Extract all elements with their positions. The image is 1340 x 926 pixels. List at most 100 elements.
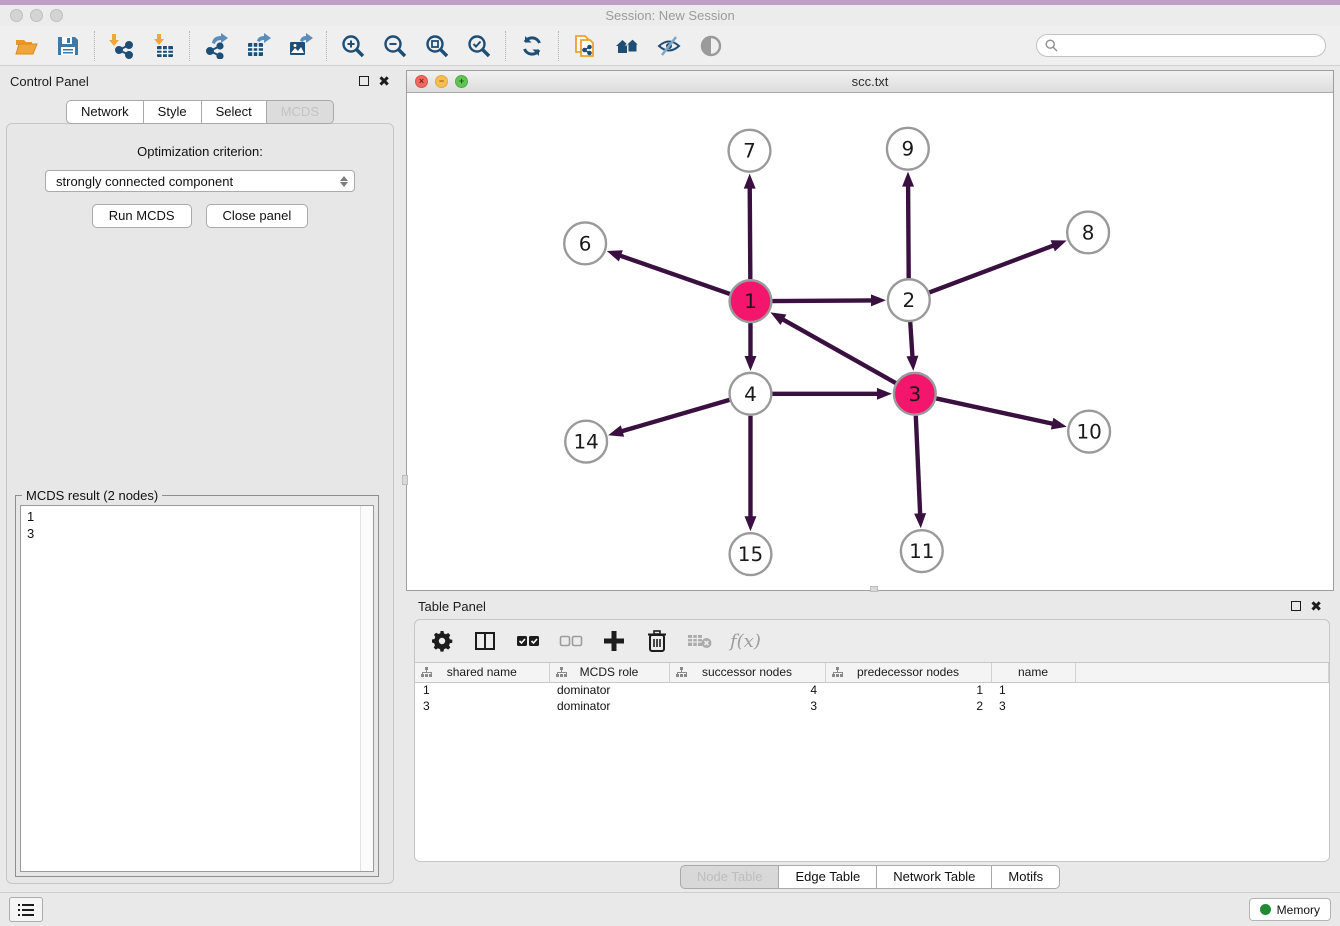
search-field[interactable] [1036,34,1326,57]
export-network-icon[interactable] [202,32,230,60]
import-table-icon[interactable] [149,32,177,60]
export-table-icon[interactable] [244,32,272,60]
edge-1-6[interactable] [618,255,730,294]
app-window: Session: New Session [0,0,1340,926]
tab-node-table[interactable]: Node Table [680,865,780,889]
edge-1-2[interactable] [772,300,874,301]
splitter-handle[interactable] [402,475,408,485]
column-header-mcds-role[interactable]: MCDS role [549,663,669,682]
graph-node-label: 4 [744,383,757,406]
edge-2-8[interactable] [929,245,1055,293]
control-panel-title: Control Panel [10,74,89,89]
network-graph[interactable]: 7968124314101511 [407,93,1333,590]
tab-network[interactable]: Network [66,100,144,124]
edge-2-3[interactable] [910,322,912,359]
first-neighbors-icon[interactable] [613,32,641,60]
tab-select[interactable]: Select [202,100,267,124]
delete-row-icon[interactable] [644,628,670,654]
search-icon [1045,39,1058,52]
graph-node-label: 7 [743,140,756,163]
select-all-icon[interactable] [515,628,541,654]
float-panel-icon[interactable] [1291,601,1301,611]
list-icon [18,903,34,917]
window-title: Session: New Session [0,8,1340,23]
close-panel-icon[interactable]: ✖ [1310,599,1322,613]
edge-arrowhead [770,312,786,325]
tab-motifs[interactable]: Motifs [992,865,1060,889]
close-panel-button[interactable]: Close panel [206,204,309,228]
show-panel-icon[interactable] [697,32,725,60]
graph-node-label: 11 [909,540,934,563]
titlebar: Session: New Session [0,0,1340,26]
run-mcds-button[interactable]: Run MCDS [92,204,192,228]
graph-node-label: 6 [579,232,592,255]
titlebar-accent [0,0,1340,5]
task-history-button[interactable] [9,897,43,922]
result-line: 3 [27,525,367,542]
graph-node-label: 3 [908,383,921,406]
save-session-icon[interactable] [54,32,82,60]
float-panel-icon[interactable] [359,76,369,86]
search-input[interactable] [1063,39,1317,53]
table-header-row: shared name MCDS role successor nodes pr… [415,663,1329,682]
column-header-predecessor-nodes[interactable]: predecessor nodes [825,663,991,682]
duplicate-network-icon[interactable] [571,32,599,60]
edge-3-1[interactable] [781,318,896,383]
node-table-container: f(x) shared name MCDS role successor nod… [414,619,1330,862]
graph-node-label: 2 [903,289,916,312]
open-session-icon[interactable] [12,32,40,60]
main-toolbar [0,26,1340,66]
criterion-select[interactable]: strongly connected component [45,170,355,192]
delete-table-icon[interactable] [687,628,713,654]
zoom-out-icon[interactable] [381,32,409,60]
network-canvas[interactable]: 7968124314101511 [407,93,1333,590]
table-tabs: Node Table Edge Table Network Table Moti… [406,862,1334,892]
mcds-result-group: MCDS result (2 nodes) 1 3 [15,495,379,877]
export-image-icon[interactable] [286,32,314,60]
tab-edge-table[interactable]: Edge Table [779,865,877,889]
zoom-fit-icon[interactable] [423,32,451,60]
memory-button[interactable]: Memory [1249,898,1331,921]
add-row-icon[interactable] [601,628,627,654]
edge-arrowhead [877,388,892,400]
edge-3-10[interactable] [936,398,1055,424]
function-builder-icon[interactable]: f(x) [730,631,761,652]
criterion-select-value: strongly connected component [56,174,233,189]
memory-status-icon [1260,904,1271,915]
result-line: 1 [27,508,367,525]
splitter-handle[interactable] [870,586,878,592]
hide-panel-icon[interactable] [655,32,683,60]
table-toolbar: f(x) [415,620,1329,662]
result-scrollbar[interactable] [360,506,373,871]
settings-icon[interactable] [429,628,455,654]
close-panel-icon[interactable]: ✖ [378,74,390,88]
refresh-icon[interactable] [518,32,546,60]
zoom-selected-icon[interactable] [465,32,493,60]
edge-arrowhead [1051,240,1067,251]
graph-node-label: 10 [1076,421,1101,444]
tab-network-table[interactable]: Network Table [877,865,992,889]
column-header-successor-nodes[interactable]: successor nodes [669,663,825,682]
network-view-window: × − + scc.txt 7968124314101511 [406,70,1334,591]
tab-mcds[interactable]: MCDS [267,100,334,124]
zoom-in-icon[interactable] [339,32,367,60]
table-row[interactable]: 1 dominator 4 1 1 [415,682,1329,698]
control-panel-tabs: Network Style Select MCDS [0,100,400,124]
edge-3-11[interactable] [916,416,920,517]
edge-arrowhead [906,356,918,371]
column-header-name[interactable]: name [991,663,1075,682]
mcds-result-box[interactable]: 1 3 [20,505,374,872]
edge-4-14[interactable] [620,400,730,432]
edge-1-7[interactable] [750,186,751,280]
table-row[interactable]: 3 dominator 3 2 3 [415,698,1329,714]
node-table: shared name MCDS role successor nodes pr… [415,662,1329,861]
column-header-shared-name[interactable]: shared name [415,663,549,682]
import-network-icon[interactable] [107,32,135,60]
edge-2-9[interactable] [908,184,909,279]
columns-icon[interactable] [472,628,498,654]
graph-node-label: 15 [738,543,763,566]
network-window-titlebar[interactable]: × − + scc.txt [407,71,1333,93]
search-area [1036,34,1326,57]
unselect-all-icon[interactable] [558,628,584,654]
tab-style[interactable]: Style [144,100,202,124]
